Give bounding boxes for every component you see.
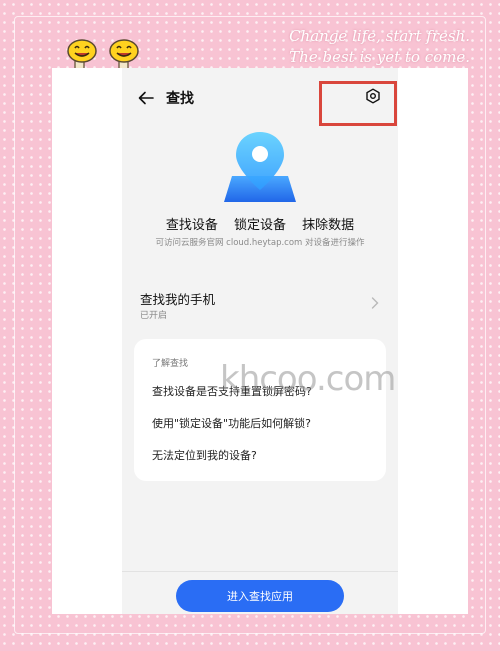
footer-divider: [122, 571, 398, 572]
arrow-left-icon[interactable]: [138, 91, 154, 105]
find-my-phone-title: 查找我的手机: [140, 292, 216, 307]
cloud-service-note: 可访问云服务官网 cloud.heytap.com 对设备进行操作: [155, 238, 365, 248]
location-map-icon: [224, 132, 296, 202]
find-my-phone-status: 已开启: [140, 311, 168, 321]
phone-screen: 查找 查找设备 锁定设备 抹除数据 可访问云服务官网 cloud.heytap.…: [122, 68, 398, 614]
slogan-line-1: Change life, start fresh.: [289, 27, 470, 45]
settings-highlight-box: [319, 81, 397, 126]
faq-item-cannot-locate[interactable]: 无法定位到我的设备?: [152, 447, 257, 463]
watermark: khcoo.com: [220, 359, 396, 399]
feature-list: 查找设备 锁定设备 抹除数据: [122, 214, 398, 233]
faq-item-unlock[interactable]: 使用"锁定设备"功能后如何解锁?: [152, 415, 311, 431]
feature-lock-device: 锁定设备: [233, 218, 286, 233]
page-title: 查找: [166, 91, 194, 107]
open-find-app-button[interactable]: 进入查找应用: [176, 580, 344, 612]
feature-find-device: 查找设备: [165, 218, 218, 233]
slogan-line-2: The best is yet to come.: [289, 48, 470, 66]
feature-erase-data: 抹除数据: [302, 218, 355, 233]
faq-header: 了解查找: [152, 359, 189, 369]
slogan: Change life, start fresh. The best is ye…: [260, 26, 470, 68]
chevron-right-icon: [371, 297, 379, 309]
